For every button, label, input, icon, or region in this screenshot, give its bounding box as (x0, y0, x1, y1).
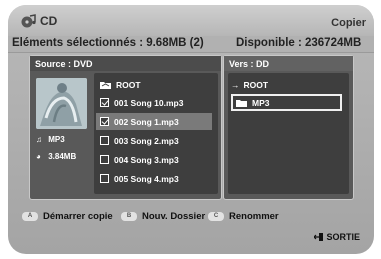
file-type: ♫ MP3 (36, 135, 65, 144)
checkbox[interactable] (100, 136, 109, 145)
checkbox[interactable] (100, 174, 109, 183)
list-item[interactable]: 001 Song 10.mp3 (100, 94, 183, 111)
selected-size: Eléments sélectionnés : 9.68MB (2) (12, 37, 204, 49)
title-bar: CD Copier (8, 5, 374, 36)
checkbox[interactable] (100, 155, 109, 164)
list-item-selected[interactable]: 002 Song 1.mp3 (96, 113, 212, 130)
footer-bar: A Démarrer copie B Nouv. Dossier C Renom… (8, 205, 374, 254)
list-item[interactable]: 005 Song 4.mp3 (100, 170, 179, 187)
source-file-list[interactable]: ROOT 001 Song 10.mp3 002 Song 1.mp3 003 … (94, 73, 218, 194)
source-pane: Source : DVD ♫ MP3 ◕ 3.84MB ROOT 001 Son… (29, 55, 222, 200)
destination-folder-mp3[interactable]: MP3 (231, 94, 342, 111)
folder-root[interactable]: ROOT (100, 76, 141, 93)
dialog-window: CD Copier Eléments sélectionnés : 9.68MB… (8, 5, 374, 254)
music-note-icon: ♫ (36, 135, 42, 144)
destination-title: Vers : DD (224, 56, 353, 71)
mode-label: Copier (331, 17, 366, 29)
source-title: Source : DVD (30, 56, 221, 71)
destination-pane: Vers : DD → ROOT MP3 (223, 55, 354, 200)
music-thumbnail (36, 78, 87, 129)
disc-icon: ◕ (36, 152, 41, 161)
destination-folder-list[interactable]: → ROOT MP3 (228, 73, 349, 194)
new-folder-button[interactable]: B Nouv. Dossier (121, 211, 205, 222)
app-title: CD (40, 14, 58, 28)
key-a-icon: A (22, 212, 38, 221)
info-bar: Eléments sélectionnés : 9.68MB (2) Dispo… (8, 36, 374, 53)
rename-button[interactable]: C Renommer (208, 211, 279, 222)
checkbox-checked[interactable] (100, 117, 109, 126)
music-art-icon (36, 78, 87, 129)
folder-icon (236, 99, 247, 107)
exit-button[interactable]: SORTIE (313, 232, 360, 242)
arrow-right-icon: → (231, 79, 240, 90)
key-b-icon: B (121, 212, 137, 221)
key-c-icon: C (208, 212, 224, 221)
checkbox-checked[interactable] (100, 98, 109, 107)
list-item[interactable]: 003 Song 2.mp3 (100, 132, 179, 149)
file-size: ◕ 3.84MB (36, 152, 77, 161)
exit-icon (313, 232, 324, 242)
available-space: Disponible : 236724MB (236, 37, 362, 49)
start-copy-button[interactable]: A Démarrer copie (22, 211, 113, 222)
destination-root[interactable]: → ROOT (231, 76, 268, 93)
list-item[interactable]: 004 Song 3.mp3 (100, 151, 179, 168)
cd-icon (21, 14, 36, 28)
folder-up-icon (100, 81, 111, 89)
